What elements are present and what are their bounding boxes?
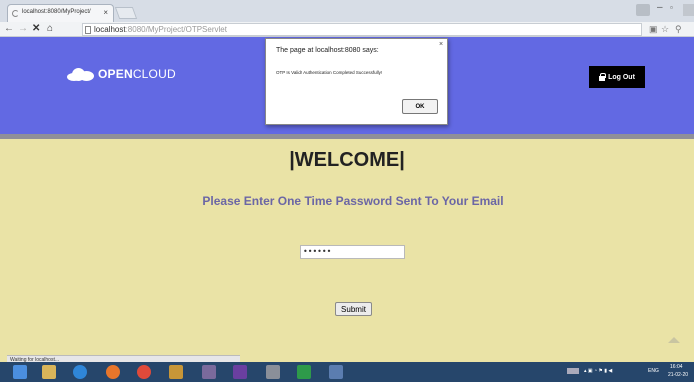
forward-button[interactable]: → — [18, 23, 28, 35]
otp-instructions: Please Enter One Time Password Sent To Y… — [202, 194, 504, 208]
header-divider — [0, 134, 694, 139]
alert-title: The page at localhost:8080 says: — [276, 47, 379, 54]
new-tab-button[interactable] — [114, 7, 138, 19]
loading-icon — [12, 10, 19, 17]
submit-button[interactable]: Submit — [335, 302, 372, 316]
logo-text: OPENCLOUD — [98, 67, 176, 81]
tab-close-icon[interactable]: × — [103, 8, 108, 17]
excel-icon[interactable] — [297, 365, 311, 379]
alert-dialog: The page at localhost:8080 says: × OTP I… — [265, 38, 448, 125]
user-icon[interactable] — [636, 4, 650, 16]
scroll-up-icon[interactable] — [668, 337, 680, 343]
site-logo[interactable]: OPENCLOUD — [67, 65, 176, 83]
page-icon — [85, 26, 91, 34]
tab-title: localhost:8080/MyProject/ — [22, 9, 91, 15]
clock-time[interactable]: 16:04 — [670, 364, 683, 370]
alert-close-icon[interactable]: × — [439, 41, 443, 48]
otp-input[interactable]: •••••• — [300, 245, 405, 259]
app-icon[interactable] — [169, 365, 183, 379]
maximize-button[interactable]: ▫ — [670, 3, 673, 12]
extension-icon[interactable]: ⚲ — [675, 24, 682, 35]
language-indicator[interactable]: ENG — [648, 368, 659, 374]
page-title: |WELCOME| — [289, 149, 405, 171]
virtualbox-icon[interactable] — [329, 365, 343, 379]
page-action-icon[interactable]: ▣ — [649, 24, 658, 35]
browser-toolbar: ← → ✕ ⌂ localhost:8080/MyProject/OTPServ… — [0, 22, 694, 37]
browser-tab[interactable]: localhost:8080/MyProject/ × — [7, 4, 114, 22]
tab-strip: localhost:8080/MyProject/ × – ▫ — [0, 0, 694, 22]
logout-label: Log Out — [608, 73, 635, 81]
alert-ok-button[interactable]: OK — [402, 99, 438, 114]
url-host: localhost — [94, 25, 126, 34]
internet-explorer-icon[interactable] — [73, 365, 87, 379]
firefox-icon[interactable] — [106, 365, 120, 379]
file-explorer-icon[interactable] — [42, 365, 56, 379]
close-window-button[interactable] — [683, 4, 694, 16]
stop-button[interactable]: ✕ — [32, 23, 40, 35]
minimize-button[interactable]: – — [657, 2, 663, 13]
taskbar: ▴ ▣ ◔ ⚑ ▮ ◀ ENG 16:04 21-02-20 — [0, 362, 694, 382]
tool-icon[interactable] — [266, 365, 280, 379]
alert-message: OTP Is Valid! Authentication Completed S… — [276, 70, 383, 75]
media-player-icon[interactable] — [202, 365, 216, 379]
logo-bold: OPEN — [98, 67, 133, 81]
start-button-icon[interactable] — [13, 365, 27, 379]
tray-icons[interactable]: ▴ ▣ ◔ ⚑ ▮ ◀ — [584, 368, 612, 374]
url-path: :8080/MyProject/OTPServlet — [125, 25, 227, 34]
chrome-icon[interactable] — [137, 365, 151, 379]
logout-button[interactable]: Log Out — [589, 66, 645, 88]
home-button[interactable]: ⌂ — [47, 23, 53, 35]
keyboard-icon[interactable] — [567, 368, 579, 374]
clock-date[interactable]: 21-02-20 — [668, 372, 688, 378]
lock-icon — [599, 73, 607, 81]
visual-studio-icon[interactable] — [233, 365, 247, 379]
logo-light: CLOUD — [132, 67, 176, 81]
address-bar[interactable]: localhost:8080/MyProject/OTPServlet — [82, 23, 642, 36]
bookmark-star-icon[interactable]: ☆ — [661, 24, 669, 35]
back-button[interactable]: ← — [4, 23, 14, 35]
cloud-icon — [67, 67, 94, 81]
